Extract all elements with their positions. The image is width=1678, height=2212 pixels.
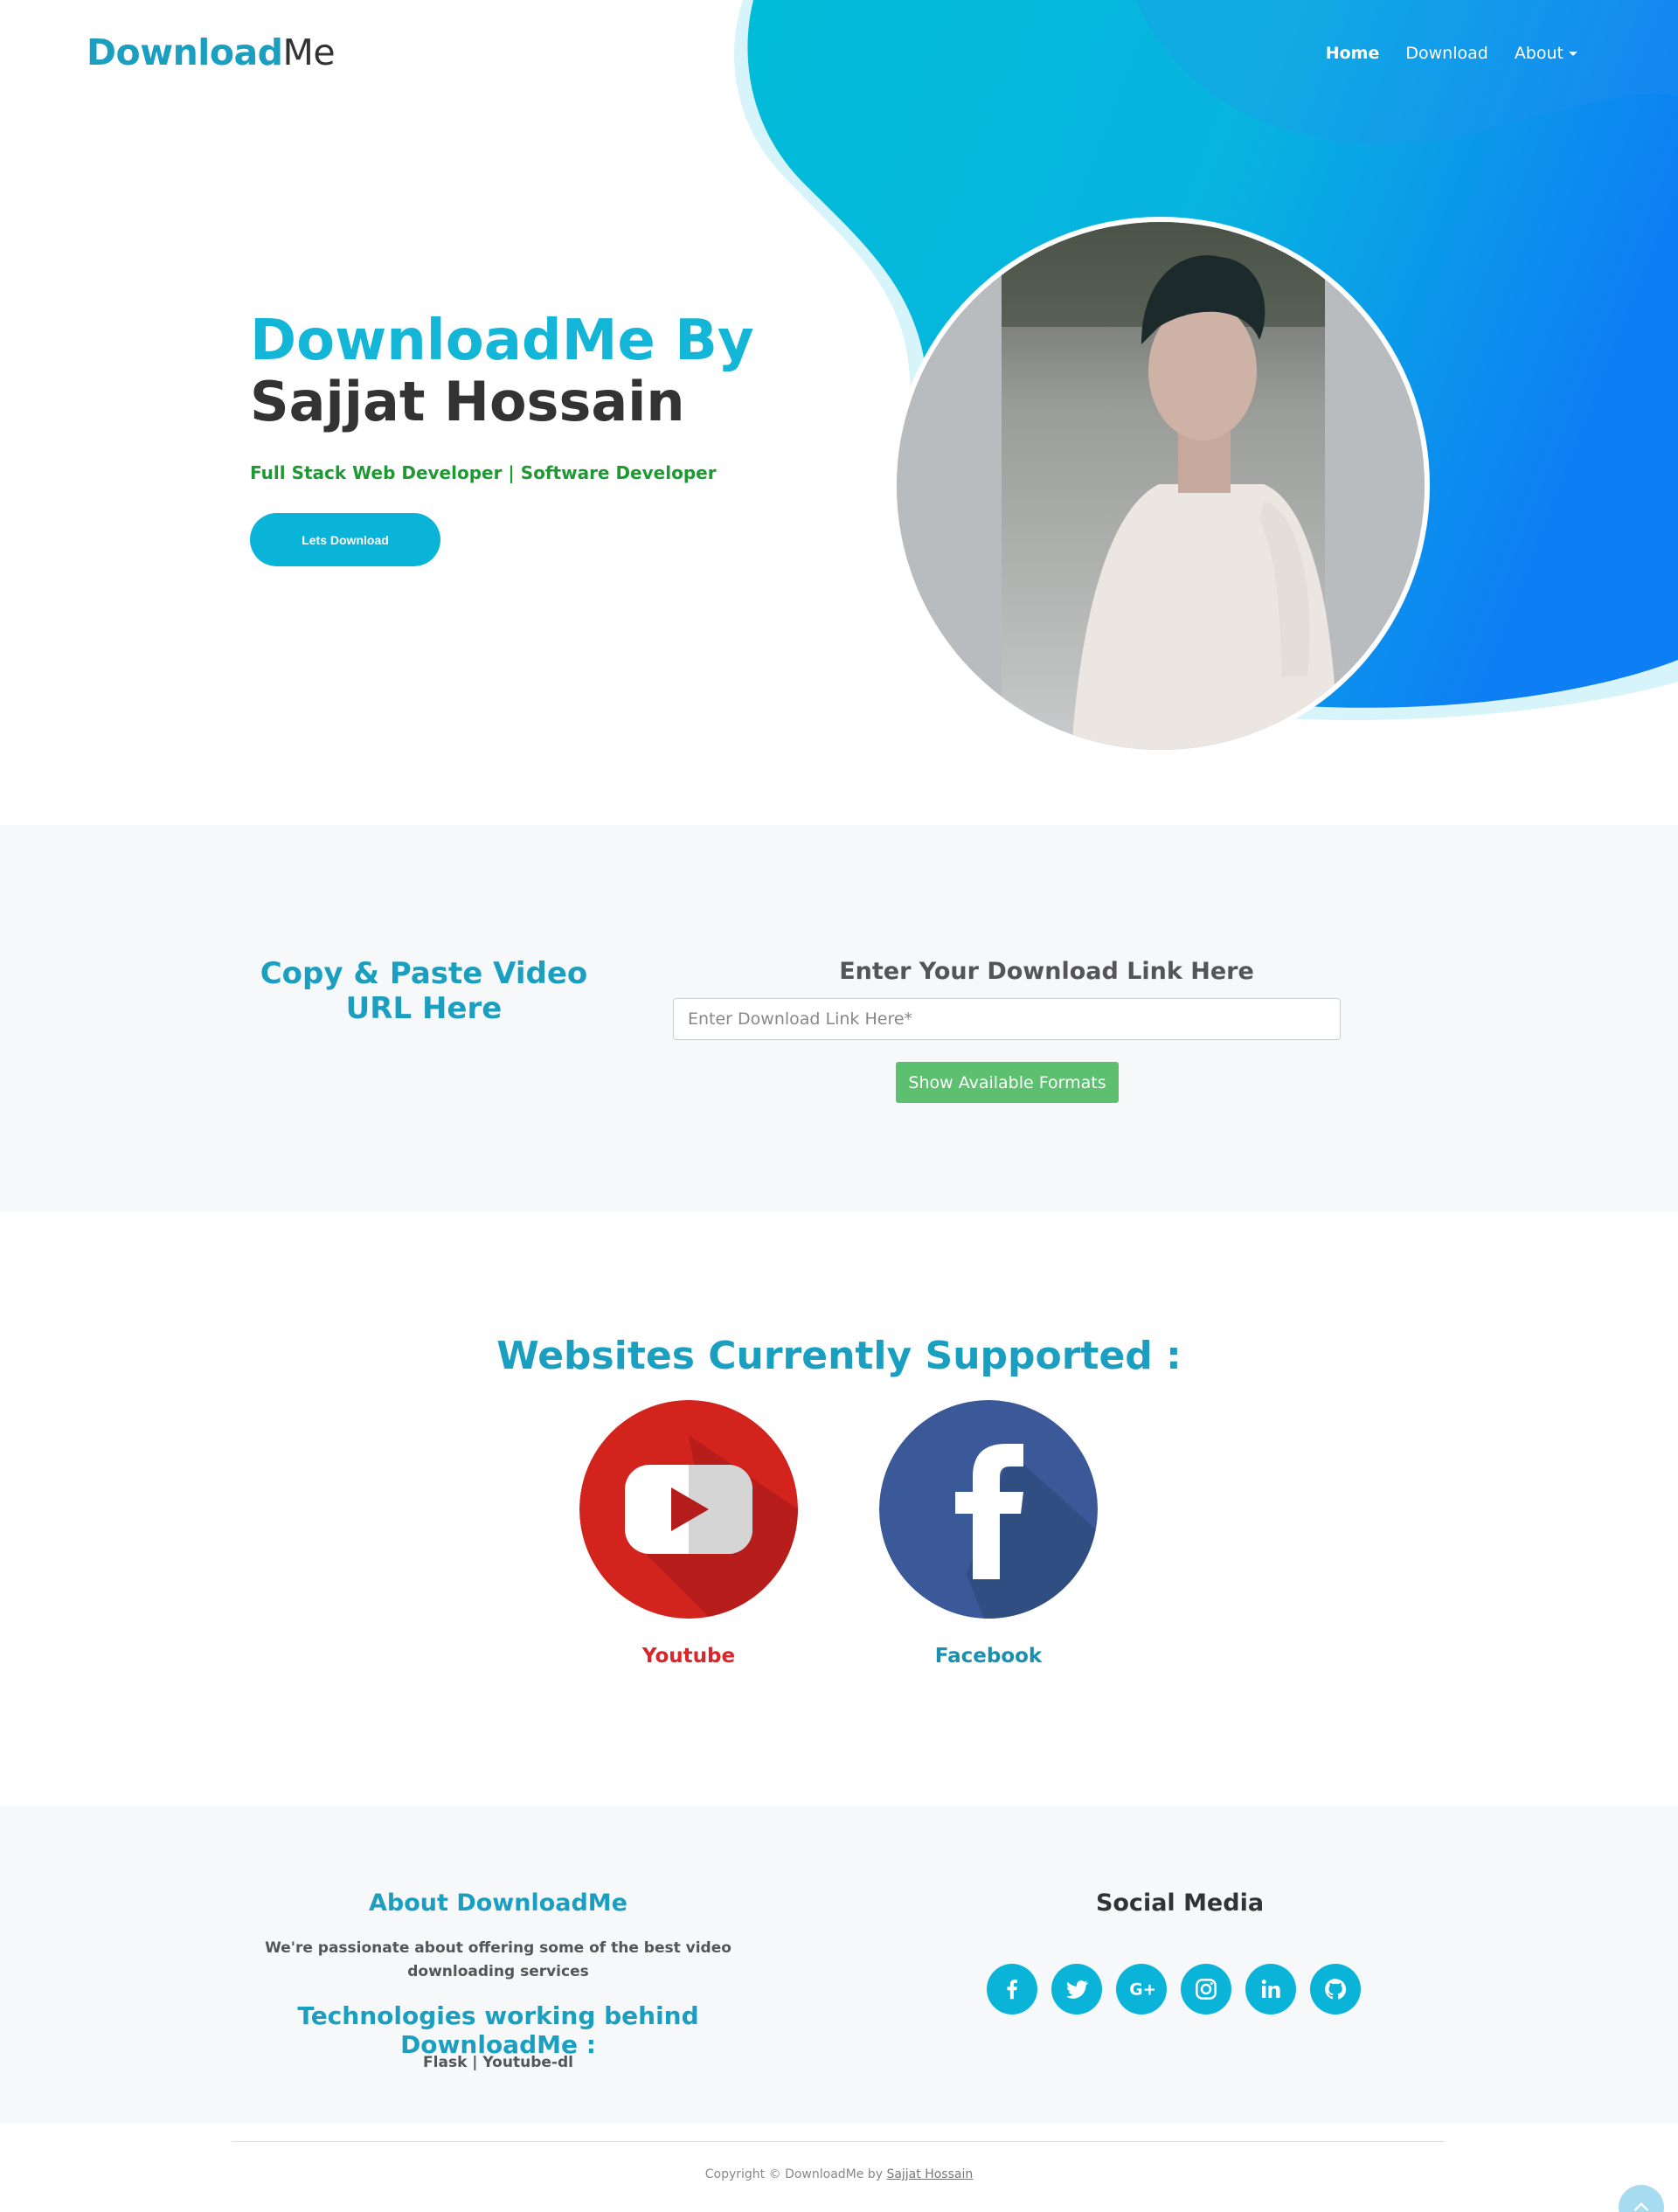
svg-text:G+: G+ [1129,1980,1154,1999]
download-link-input[interactable] [673,998,1341,1040]
nav-about-label: About [1514,44,1564,63]
nav-download-link[interactable]: Download [1405,44,1487,63]
facebook-site[interactable]: Facebook [879,1400,1098,1668]
top-nav: Home Download About [1326,44,1577,63]
youtube-icon[interactable] [579,1400,798,1619]
youtube-site[interactable]: Youtube [579,1400,798,1668]
technologies-text: Flask | Youtube-dl [423,2054,573,2071]
google-plus-icon[interactable]: G+ [1116,1964,1167,2014]
url-section: Copy & Paste Video URL Here Enter Your D… [0,825,1678,1211]
nav-about-dropdown[interactable]: About [1515,44,1577,63]
hero-section: DownloadMe Home Download About DownloadM… [0,0,1678,825]
url-section-heading: Copy & Paste Video URL Here [260,956,588,1026]
show-formats-button[interactable]: Show Available Formats [896,1062,1119,1103]
social-media-heading: Social Media [1095,1890,1265,1917]
brand-part-2: Me [282,31,336,73]
copyright-prefix: Copyright © DownloadMe by [704,2167,883,2181]
author-link[interactable]: Sajjat Hossain [886,2167,973,2181]
hero-title-line-2: Sajjat Hossain [250,370,685,433]
back-to-top-button[interactable] [1619,2185,1664,2212]
twitter-icon[interactable] [1051,1964,1102,2014]
footer-divider [232,2141,1445,2142]
nav-home-link[interactable]: Home [1326,44,1380,63]
supported-sites-section: Websites Currently Supported : Youtube F… [0,1211,1678,1806]
about-text: We're passionate about offering some of … [265,1939,732,1980]
hero-text: DownloadMe By Sajjat Hossain Full Stack … [250,309,862,566]
github-icon[interactable] [1310,1964,1361,2014]
profile-photo [897,222,1425,750]
brand-logo[interactable]: DownloadMe [87,31,336,73]
chevron-up-icon [1633,2202,1649,2212]
social-links: G+ [987,1964,1361,2014]
hero-title-line-1: DownloadMe By [250,309,754,373]
about-heading: About DownloadMe [369,1890,628,1917]
hero-subtitle: Full Stack Web Developer | Software Deve… [250,462,717,483]
facebook-label: Facebook [934,1645,1043,1668]
copyright-text: Copyright © DownloadMe by Sajjat Hossain [0,2167,1678,2181]
profile-photo-frame [891,217,1430,755]
technologies-heading: Technologies working behind DownloadMe : [297,2001,699,2059]
caret-down-icon [1569,52,1577,56]
facebook-icon[interactable] [987,1964,1037,2014]
instagram-icon[interactable] [1181,1964,1231,2014]
download-link-heading: Enter Your Download Link Here [839,958,1254,985]
linkedin-icon[interactable] [1245,1964,1296,2014]
lets-download-button[interactable]: Lets Download [250,513,440,566]
brand-part-1: Download [87,31,283,73]
supported-sites-heading: Websites Currently Supported : [496,1334,1182,1378]
footer-section: About DownloadMe We're passionate about … [0,1806,1678,2124]
facebook-icon[interactable] [879,1400,1098,1619]
youtube-label: Youtube [641,1645,736,1668]
